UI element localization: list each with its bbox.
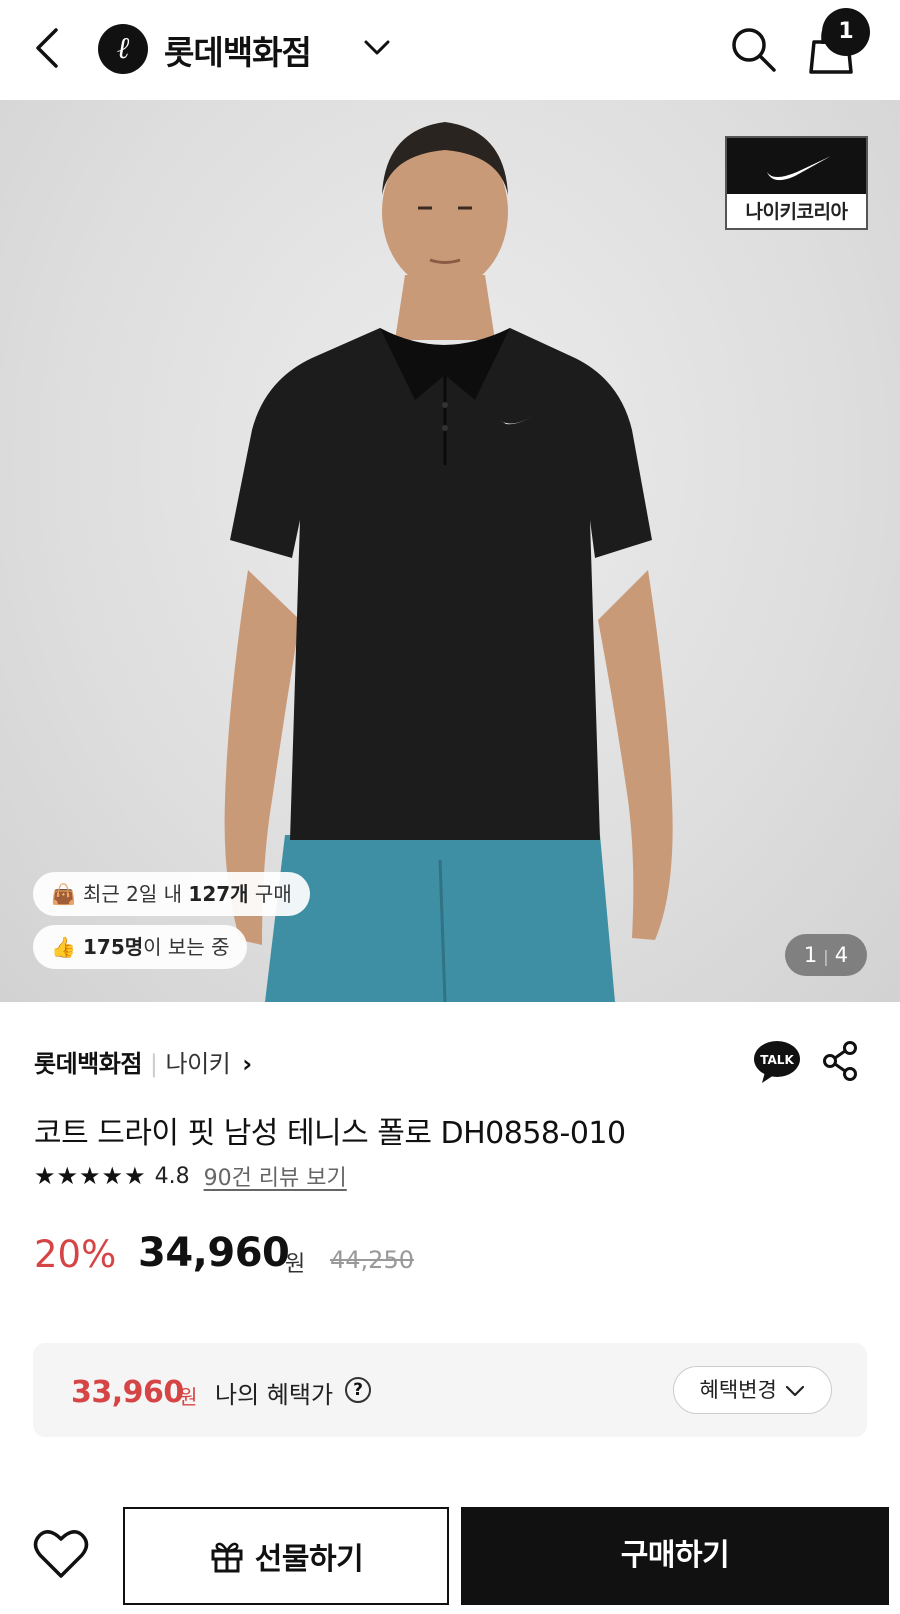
- chevron-down-icon[interactable]: [362, 34, 392, 60]
- purchase-suffix: 구매: [248, 882, 292, 906]
- brand-link[interactable]: 나이키: [166, 1050, 231, 1078]
- viewers-count: 175명: [83, 935, 144, 959]
- benefit-price-box: 33,960 원 나의 혜택가 ? 혜택변경: [33, 1343, 867, 1437]
- change-benefit-button[interactable]: 혜택변경: [673, 1366, 832, 1414]
- benefit-label: 나의 혜택가: [215, 1381, 334, 1409]
- original-price: 44,250: [330, 1246, 414, 1274]
- search-icon[interactable]: [728, 24, 778, 74]
- viewers-suffix: 이 보는 중: [143, 935, 230, 959]
- top-bar: ℓ 롯데백화점 1: [0, 0, 900, 100]
- back-arrow-icon[interactable]: [28, 24, 68, 72]
- reviews-link[interactable]: 90건 리뷰 보기: [204, 1160, 347, 1192]
- image-total: 4: [834, 943, 849, 967]
- benefit-currency: 원: [179, 1385, 198, 1409]
- share-icon[interactable]: [821, 1040, 859, 1082]
- chevron-right-icon: ›: [242, 1050, 252, 1078]
- rating-score: 4.8: [154, 1163, 190, 1189]
- chevron-down-icon: [786, 1385, 805, 1397]
- viewers-pill: 👍 175명이 보는 중: [33, 925, 248, 969]
- benefit-price: 33,960: [71, 1375, 184, 1410]
- brand-badge-label: 나이키코리아: [745, 201, 848, 223]
- recent-purchase-pill: 👜 최근 2일 내 127개 구매: [33, 872, 310, 916]
- logo-letter: ℓ: [116, 31, 130, 66]
- rating-row: ★★★★★ 4.8 90건 리뷰 보기: [34, 1160, 347, 1192]
- store-label: 롯데백화점: [34, 1050, 142, 1078]
- image-index: 1: [803, 943, 818, 967]
- thumbs-up-emoji-icon: 👍: [51, 935, 76, 959]
- swoosh-icon: [767, 156, 831, 181]
- purchase-prefix: 최근 2일 내: [83, 882, 189, 906]
- store-name[interactable]: 롯데백화점: [164, 26, 312, 74]
- change-benefit-label: 혜택변경: [699, 1378, 777, 1402]
- kakao-talk-icon[interactable]: TALK: [753, 1040, 801, 1084]
- currency-label: 원: [285, 1252, 306, 1277]
- product-image-carousel[interactable]: 나이키코리아 👜 최근 2일 내 127개 구매 👍 175명이 보는 중 1 | 4: [0, 100, 900, 1002]
- sale-price: 34,960: [138, 1230, 290, 1276]
- cart-count-badge: 1: [822, 8, 870, 56]
- product-photo: [224, 122, 673, 1002]
- star-rating-icon: ★★★★★: [34, 1162, 147, 1190]
- image-counter: 1 | 4: [785, 934, 867, 976]
- brand-breadcrumb[interactable]: 롯데백화점 | 나이키 ›: [34, 1044, 252, 1079]
- discount-rate: 20%: [34, 1233, 117, 1276]
- brand-badge[interactable]: 나이키코리아: [725, 136, 868, 230]
- gift-icon: [211, 1542, 243, 1573]
- product-title: 코트 드라이 핏 남성 테니스 폴로 DH0858-010: [34, 1116, 626, 1151]
- help-icon[interactable]: ?: [345, 1377, 371, 1403]
- shopping-bag-emoji-icon: 👜: [51, 882, 76, 906]
- gift-button[interactable]: 선물하기: [123, 1507, 449, 1605]
- buy-button[interactable]: 구매하기: [461, 1507, 889, 1605]
- store-logo[interactable]: ℓ: [98, 24, 148, 74]
- talk-label: TALK: [760, 1053, 794, 1067]
- gift-button-label: 선물하기: [254, 1542, 364, 1577]
- heart-icon[interactable]: [33, 1528, 89, 1580]
- purchase-count: 127개: [188, 882, 249, 906]
- nike-logo: [727, 138, 866, 194]
